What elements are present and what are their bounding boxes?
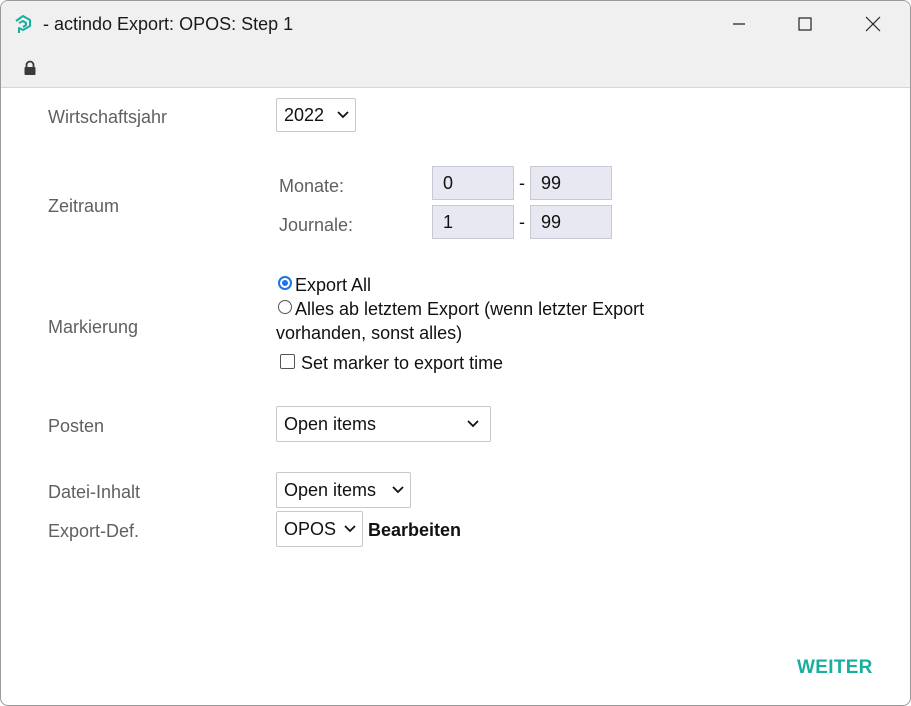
items-value: Open items bbox=[284, 413, 377, 434]
chevron-down-icon bbox=[331, 98, 355, 132]
marking-label: Markierung bbox=[48, 317, 139, 337]
items-select[interactable]: Open items bbox=[276, 406, 491, 442]
file-content-label: Datei-Inhalt bbox=[48, 482, 141, 502]
items-label: Posten bbox=[48, 416, 105, 436]
chevron-down-icon bbox=[386, 473, 410, 507]
title-bar: - actindo Export: OPOS: Step 1 bbox=[1, 1, 910, 47]
minimize-button[interactable] bbox=[707, 1, 771, 47]
maximize-icon bbox=[798, 17, 812, 31]
fiscal-year-label: Wirtschaftsjahr bbox=[48, 107, 168, 127]
window-title: - actindo Export: OPOS: Step 1 bbox=[43, 14, 294, 34]
months-to-input[interactable]: 99 bbox=[530, 166, 612, 200]
app-logo-icon bbox=[12, 13, 34, 35]
address-bar bbox=[1, 47, 910, 88]
dialog-window: - actindo Export: OPOS: Step 1 Wirtschaf… bbox=[0, 0, 911, 706]
export-def-label: Export-Def. bbox=[48, 521, 140, 541]
export-def-value: OPOS bbox=[284, 518, 337, 539]
close-button[interactable] bbox=[841, 1, 905, 47]
since-last-export-label-line1: Alles ab letztem Export (wenn letzter Ex… bbox=[295, 299, 645, 319]
period-label: Zeitraum bbox=[48, 196, 120, 216]
set-marker-label: Set marker to export time bbox=[301, 353, 504, 373]
journals-to-input[interactable]: 99 bbox=[530, 205, 612, 239]
minimize-icon bbox=[733, 23, 745, 25]
set-marker-checkbox[interactable] bbox=[280, 354, 295, 369]
months-from-input[interactable]: 0 bbox=[432, 166, 514, 200]
journals-from-input[interactable]: 1 bbox=[432, 205, 514, 239]
close-icon bbox=[865, 16, 881, 32]
months-separator: - bbox=[519, 173, 525, 193]
since-last-export-radio[interactable] bbox=[278, 300, 292, 314]
chevron-down-icon bbox=[338, 512, 362, 546]
export-form: Wirtschaftsjahr 2022 Zeitraum Monate: 0 … bbox=[1, 88, 910, 705]
export-all-label: Export All bbox=[295, 275, 372, 295]
file-content-value: Open items bbox=[284, 479, 377, 500]
edit-export-def-link[interactable]: Bearbeiten bbox=[368, 520, 461, 541]
fiscal-year-value: 2022 bbox=[284, 104, 325, 125]
lock-icon bbox=[23, 60, 37, 81]
export-def-select[interactable]: OPOS bbox=[276, 511, 363, 547]
file-content-select[interactable]: Open items bbox=[276, 472, 411, 508]
months-label: Monate: bbox=[279, 176, 345, 196]
journals-separator: - bbox=[519, 212, 525, 232]
export-all-radio[interactable] bbox=[278, 276, 292, 290]
maximize-button[interactable] bbox=[773, 1, 837, 47]
journals-label: Journale: bbox=[279, 215, 354, 235]
since-last-export-label-line2: vorhanden, sonst alles) bbox=[276, 323, 463, 343]
chevron-down-icon bbox=[456, 407, 490, 441]
fiscal-year-select[interactable]: 2022 bbox=[276, 98, 356, 132]
next-button[interactable]: WEITER bbox=[797, 657, 873, 679]
